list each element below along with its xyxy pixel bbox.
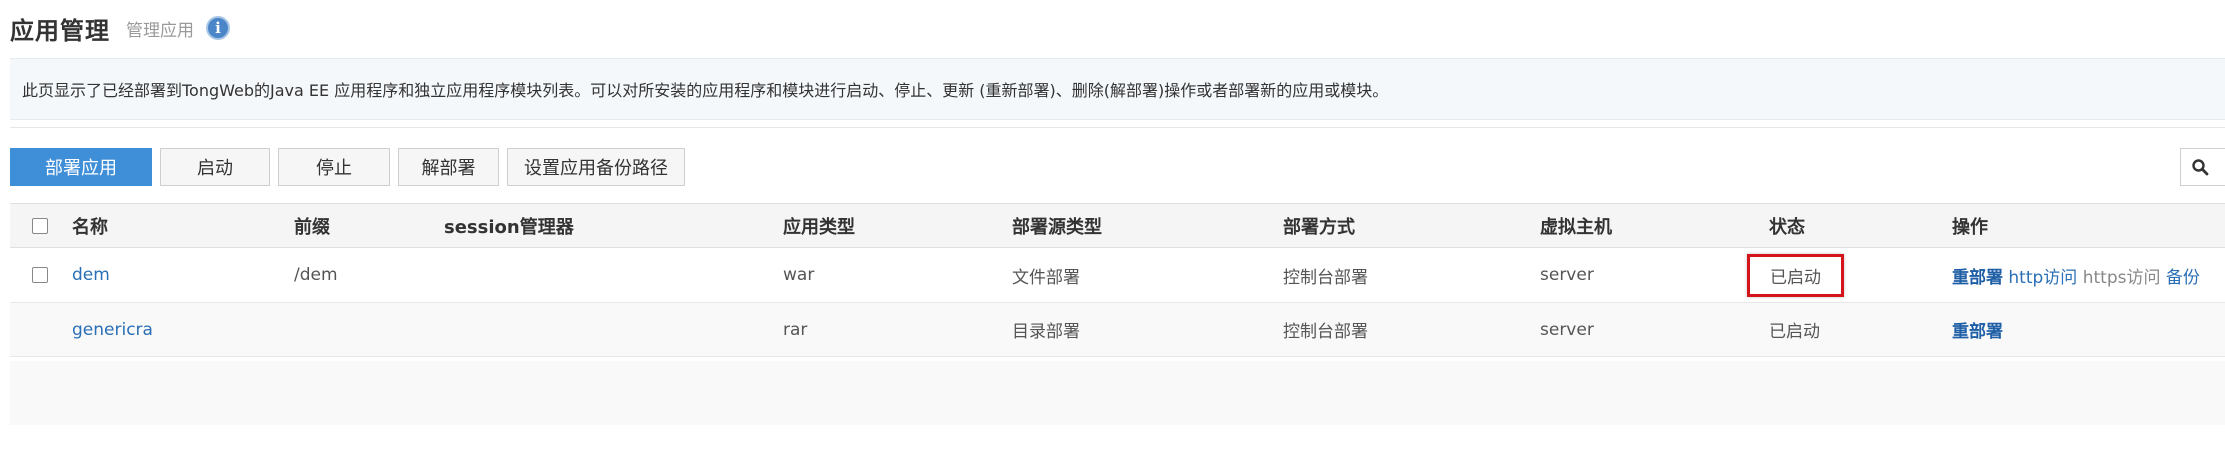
app-name-link[interactable]: genericra [72,320,153,340]
column-header[interactable]: 应用类型 [783,203,1012,248]
page-title: 应用管理 [10,16,110,45]
status-badge: 已启动 [1769,322,1820,342]
session-manager-cell [444,302,783,357]
undeploy-button[interactable]: 解部署 [398,148,499,186]
column-header[interactable]: 前缀 [294,203,444,248]
page-description: 此页显示了已经部署到TongWeb的Java EE 应用程序和独立应用程序模块列… [10,58,2225,120]
backup-link[interactable]: 备份 [2166,268,2200,288]
start-button[interactable]: 启动 [160,148,270,186]
column-header[interactable]: session管理器 [444,203,783,248]
source-type-cell: 目录部署 [1012,302,1283,357]
status-highlight: 已启动 [1747,253,1844,297]
search-icon [2192,159,2209,176]
column-header[interactable]: 部署方式 [1283,203,1540,248]
description-text: 此页显示了已经部署到TongWeb的Java EE 应用程序和独立应用程序模块列… [22,81,1389,100]
actions-cell: 重部署 http访问 https访问 备份 [1952,247,2225,303]
search-button[interactable] [2180,148,2225,186]
row-checkbox[interactable] [32,267,48,283]
select-all-checkbox[interactable] [32,218,48,234]
status-cell: 已启动 [1747,247,1952,303]
column-header[interactable]: 名称 [72,203,294,248]
redeploy-link[interactable]: 重部署 [1952,322,2003,342]
http-access-link[interactable]: http访问 [2008,268,2077,288]
virtual-host-cell: server [1540,302,1769,357]
actions-cell: 重部署 [1952,302,2225,357]
app-type-cell: war [783,247,1012,303]
applications-table: 名称 前缀 session管理器 应用类型 部署源类型 部署方式 虚拟主机 状态… [10,203,2225,357]
info-icon[interactable]: i [206,16,230,40]
stop-button[interactable]: 停止 [278,148,390,186]
toolbar: 部署应用 启动 停止 解部署 设置应用备份路径 [10,148,693,186]
page-header: 应用管理 管理应用 i [10,8,230,48]
app-name-link[interactable]: dem [72,265,110,285]
table-header-row: 名称 前缀 session管理器 应用类型 部署源类型 部署方式 虚拟主机 状态… [10,203,2225,248]
virtual-host-cell: server [1540,247,1769,303]
redeploy-link[interactable]: 重部署 [1952,268,2003,288]
divider [10,127,2225,128]
set-backup-path-button[interactable]: 设置应用备份路径 [507,148,685,186]
app-type-cell: rar [783,302,1012,357]
prefix-cell: /dem [294,247,444,303]
status-cell: 已启动 [1769,302,1952,357]
select-all-cell [10,203,72,248]
column-header[interactable]: 状态 [1769,203,1952,248]
table-row: dem /dem war 文件部署 控制台部署 server 已启动 重部署 h… [10,247,2225,303]
deploy-button[interactable]: 部署应用 [10,148,152,186]
deploy-mode-cell: 控制台部署 [1283,302,1540,357]
table-row: genericra rar 目录部署 控制台部署 server 已启动 重部署 [10,302,2225,357]
https-access-link[interactable]: https访问 [2083,268,2161,288]
row-select-cell [10,302,72,357]
table-empty-area [10,361,2225,425]
prefix-cell [294,302,444,357]
page-subtitle: 管理应用 [126,20,194,41]
deploy-mode-cell: 控制台部署 [1283,247,1540,303]
column-header[interactable]: 部署源类型 [1012,203,1283,248]
source-type-cell: 文件部署 [1012,247,1283,303]
column-header: 操作 [1952,203,2225,248]
session-manager-cell [444,247,783,303]
status-badge: 已启动 [1770,267,1821,288]
column-header[interactable]: 虚拟主机 [1540,203,1769,248]
row-select-cell [10,247,72,303]
